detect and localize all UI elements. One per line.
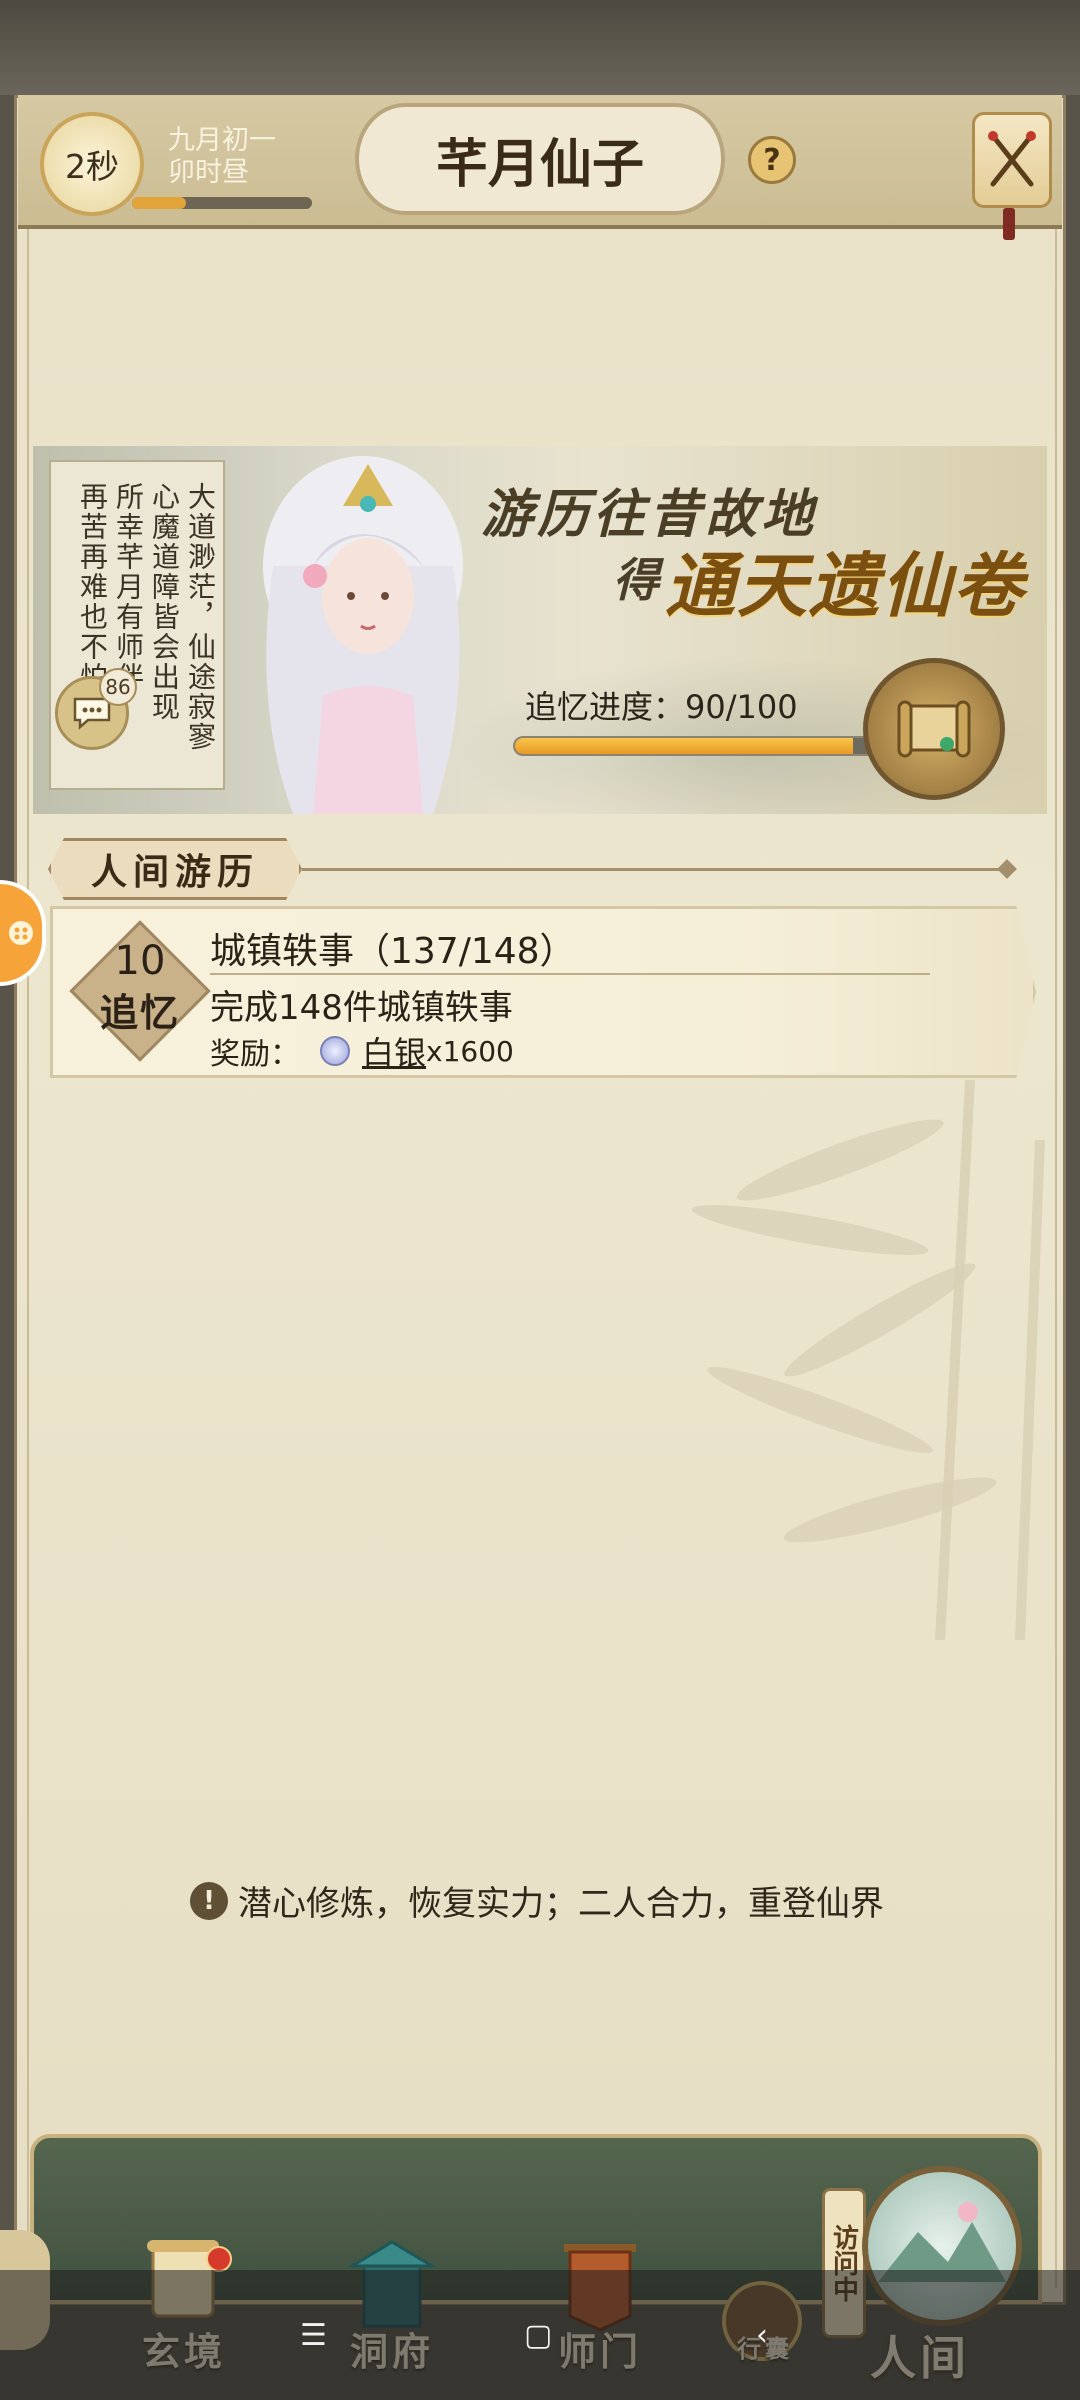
task-description: 完成148件城镇轶事 [210, 988, 513, 1028]
hint-message: 潜心修炼，恢复实力；二人合力，重登仙界 [238, 1884, 884, 1924]
question-icon: ? [763, 142, 781, 178]
recall-points-value: 10 [114, 938, 166, 984]
exclamation-icon: ! [190, 1881, 228, 1920]
day-progress-bar [132, 197, 312, 209]
timer-badge: 2秒 [40, 112, 144, 216]
silver-coin-icon [320, 1036, 350, 1066]
section-divider [302, 868, 1002, 871]
recall-points-label: 追忆 [99, 990, 180, 1035]
time-of-day-text: 卯时昼 [168, 157, 249, 188]
page-title: 芊月仙子 [355, 103, 725, 215]
close-button[interactable] [972, 112, 1052, 208]
reward-scroll-button[interactable] [863, 658, 1005, 800]
reward-quantity: x1600 [426, 1034, 514, 1068]
banner-subheadline-highlight: 通天遗仙卷 [665, 544, 1025, 627]
recall-progress-bar [513, 736, 893, 756]
banner-subheadline-prefix: 得 [613, 553, 659, 607]
top-band [0, 0, 1080, 95]
poem-line: 大道渺茫，仙途寂寥 [185, 482, 215, 752]
bamboo-decoration [691, 1080, 1045, 1640]
help-button[interactable]: ? [748, 136, 796, 184]
chat-count-badge: 86 [99, 668, 137, 706]
home-icon[interactable]: ▢ [524, 2318, 552, 2353]
poem-line: 心魔道障皆会出现 [149, 482, 179, 722]
crossed-swords-icon [988, 131, 1036, 187]
reward-item-link[interactable]: 白银 [362, 1028, 426, 1074]
gamepad-icon [9, 921, 33, 945]
event-banner[interactable]: 大道渺茫，仙途寂寥 心魔道障皆会出现 所幸芊月有师伴 再苦再难也不怕 86 游历… [33, 446, 1047, 814]
notification-dot [206, 2246, 232, 2272]
scroll-icon [897, 700, 971, 758]
hint-text: ! 潜心修炼，恢复实力；二人合力，重登仙界 [190, 1876, 884, 1925]
menu-icon[interactable]: ☰ [300, 2318, 327, 2353]
task-reward: 奖励： 白银 x1600 [210, 1028, 514, 1074]
section-title: 人间游历 [48, 838, 302, 900]
task-title: 城镇轶事（137/148） [210, 931, 576, 972]
character-portrait [263, 456, 463, 814]
reward-label: 奖励： [210, 1037, 300, 1072]
back-icon[interactable]: ‹ [756, 2318, 768, 2353]
tassel-decoration [1003, 208, 1015, 240]
recall-progress-label: 追忆进度：90/100 [525, 688, 798, 726]
